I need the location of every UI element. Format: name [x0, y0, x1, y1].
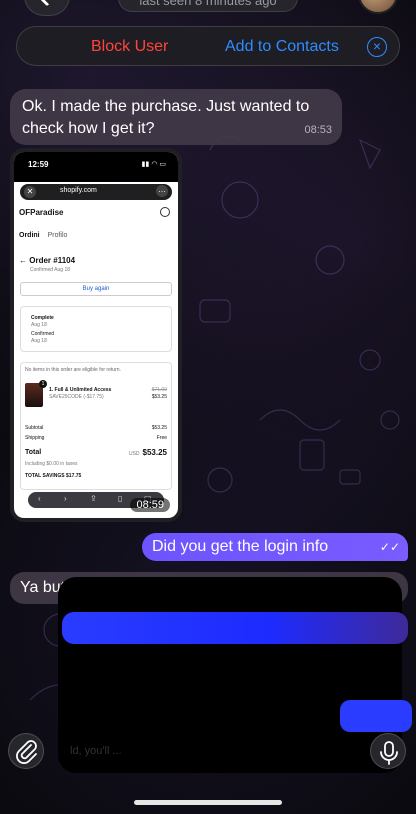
status-complete: Complete: [31, 315, 54, 321]
subtotal-label: Subtotal: [25, 425, 44, 431]
total-savings: TOTAL SAVINGS $17.75: [25, 473, 82, 479]
message-time: 08:53: [304, 124, 332, 136]
subtotal-value: $53.25: [151, 425, 167, 431]
microphone-icon: [380, 741, 398, 765]
bookmark-icon: ▯: [118, 494, 123, 503]
close-icon[interactable]: ×: [367, 37, 387, 57]
tab-orders: Ordini: [19, 232, 40, 239]
shipping-value: Free: [156, 435, 167, 441]
shop-name: OFParadise: [19, 208, 64, 217]
attach-button[interactable]: [8, 733, 44, 769]
item-price: $53.25: [151, 394, 167, 400]
order-confirmed-date: Confirmed Aug 18: [30, 267, 71, 273]
redacted-text: ld, you'll ...: [70, 745, 122, 757]
order-screenshot: 12:59 ▮▮ ◠ ▭ ✕ shopify.com … OFParadise …: [14, 152, 178, 518]
tab-profile: Profilo: [47, 232, 68, 239]
screenshot-time: 12:59: [28, 160, 49, 169]
screenshot-tabs: Ordini Profilo: [19, 232, 67, 239]
item-name: 1. Full & Unlimited Access: [49, 387, 112, 393]
screenshot-status-bar: 12:59 ▮▮ ◠ ▭: [14, 152, 178, 182]
order-number: ← Order #1104: [19, 256, 76, 265]
order-status-box: Complete Aug 18 Confirmed Aug 18: [20, 306, 172, 352]
share-icon: ⇪: [90, 494, 97, 503]
buy-again-button: Buy again: [20, 282, 172, 296]
contact-action-bar: Block User Add to Contacts ×: [16, 26, 400, 66]
microphone-button[interactable]: [370, 733, 406, 769]
outgoing-message[interactable]: Did you get the login info ✓✓: [142, 533, 408, 561]
block-user-button[interactable]: Block User: [91, 38, 168, 56]
signal-wifi-battery-icon: ▮▮ ◠ ▭: [141, 161, 166, 168]
back-arrow-icon: ‹: [38, 494, 41, 503]
image-message[interactable]: 12:59 ▮▮ ◠ ▭ ✕ shopify.com … OFParadise …: [10, 148, 182, 522]
order-items-box: No items in this order are eligible for …: [20, 362, 172, 490]
discount-code: SAVE25CODE (-$17.75): [49, 394, 104, 400]
chat-header: last seen 8 minutes ago: [0, 0, 416, 16]
redaction-scribble-blue: [340, 700, 412, 732]
paperclip-icon: [16, 740, 37, 764]
home-indicator[interactable]: [134, 800, 282, 805]
message-text: Ok. I made the purchase. Just wanted to …: [22, 98, 310, 137]
status-confirmed-date: Aug 18: [31, 338, 47, 344]
status-complete-date: Aug 18: [31, 322, 47, 328]
message-time: 08:59: [130, 498, 170, 512]
return-note: No items in this order are eligible for …: [25, 367, 121, 373]
read-receipt-icon: ✓✓: [379, 540, 400, 554]
status-confirmed: Confirmed: [31, 331, 55, 337]
item-old-price: $71.00: [151, 387, 167, 393]
chevron-left-icon: [35, 0, 59, 7]
quantity-badge: 1: [39, 380, 47, 388]
screenshot-url: shopify.com: [60, 187, 97, 194]
last-seen-status: last seen 8 minutes ago: [118, 0, 298, 12]
back-button[interactable]: [24, 0, 70, 16]
user-icon: [160, 207, 170, 217]
screenshot-url-bar: ✕ shopify.com …: [20, 184, 172, 200]
incoming-message[interactable]: Ok. I made the purchase. Just wanted to …: [10, 89, 342, 145]
forward-arrow-icon: ›: [64, 494, 67, 503]
avatar[interactable]: [358, 0, 398, 14]
shipping-label: Shipping: [25, 435, 45, 441]
total-label: Total: [25, 449, 42, 456]
total-value: USD $53.25: [128, 448, 167, 457]
redaction-scribble: [58, 577, 402, 773]
taxes-note: Including $0.00 in taxes: [25, 461, 78, 467]
redaction-scribble-blue: [62, 612, 408, 644]
message-text: Did you get the login info: [152, 538, 329, 555]
close-icon: ✕: [24, 186, 36, 198]
more-icon: …: [156, 185, 168, 197]
add-to-contacts-button[interactable]: Add to Contacts: [225, 38, 339, 56]
